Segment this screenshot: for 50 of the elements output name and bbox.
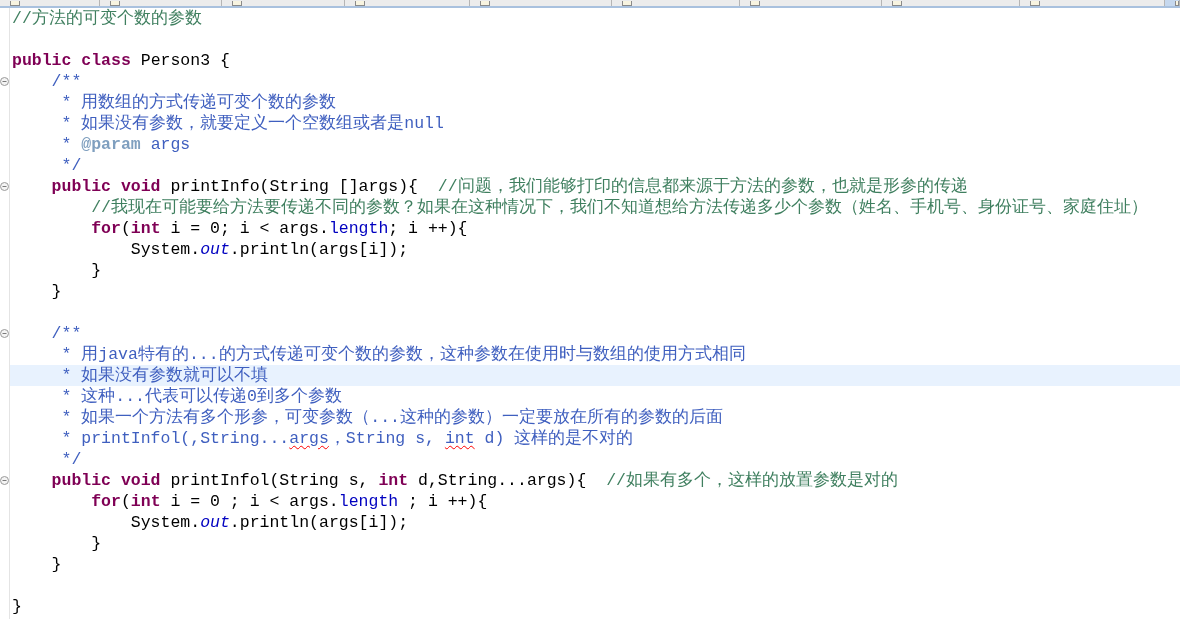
editor-tab[interactable] bbox=[222, 0, 345, 6]
editor-tab[interactable] bbox=[470, 0, 612, 6]
code-line: System.out.println(args[i]); bbox=[129, 512, 409, 533]
code-line: * 用java特有的...的方式传递可变个数的参数，这种参数在使用时与数组的使用方式相同 bbox=[60, 344, 746, 365]
file-icon bbox=[1030, 1, 1040, 6]
code-line: //我现在可能要给方法要传递不同的参数？如果在这种情况下，我们不知道想给方法传递多少个参数（姓名、手机号、身份证号、家庭住址） bbox=[90, 197, 1149, 218]
fold-collapse-icon[interactable] bbox=[0, 476, 9, 485]
code-line: * printInfol(,String...args，String s, int d) 这样的是不对的 bbox=[60, 428, 634, 449]
fold-collapse-icon[interactable] bbox=[0, 329, 9, 338]
code-line: //方法的可变个数的参数 bbox=[12, 8, 202, 29]
editor-tab[interactable] bbox=[345, 0, 470, 6]
file-icon bbox=[892, 1, 902, 6]
code-line: * 如果没有参数，就要定义一个空数组或者是null bbox=[60, 113, 444, 134]
code-line: public void printInfo(String []args){ //问题，我们能够打印的信息都来源于方法的参数，也就是形参的传递 bbox=[50, 176, 968, 197]
code-line: } bbox=[50, 554, 62, 575]
code-line: } bbox=[12, 596, 22, 617]
editor-tab[interactable] bbox=[740, 0, 882, 6]
file-icon bbox=[110, 1, 120, 6]
code-line: */ bbox=[60, 155, 82, 176]
file-icon bbox=[750, 1, 760, 6]
code-line: for(int i = 0 ; i < args.length ; i ++){ bbox=[90, 491, 488, 512]
code-line: /** bbox=[50, 71, 82, 92]
code-line: public void printInfol(String s, int d,String...args){ //如果有多个，这样的放置参数是对的 bbox=[50, 470, 898, 491]
code-line: public class Person3 { bbox=[12, 50, 230, 71]
code-line: */ bbox=[60, 449, 82, 470]
file-icon bbox=[1175, 1, 1179, 6]
code-line: } bbox=[90, 260, 102, 281]
code-line: * 这种...代表可以传递0到多个参数 bbox=[60, 386, 342, 407]
code-line: * 如果没有参数就可以不填 bbox=[60, 365, 269, 386]
file-icon bbox=[480, 1, 490, 6]
editor-tab[interactable] bbox=[1020, 0, 1165, 6]
code-line: System.out.println(args[i]); bbox=[129, 239, 409, 260]
code-line: * @param args bbox=[60, 134, 191, 155]
editor-tab[interactable] bbox=[100, 0, 222, 6]
editor-tab[interactable] bbox=[0, 0, 100, 6]
file-icon bbox=[10, 1, 20, 6]
code-line: * 如果一个方法有多个形参，可变参数（...这种的参数）一定要放在所有的参数的后面 bbox=[60, 407, 724, 428]
code-line: } bbox=[50, 281, 62, 302]
code-line: for(int i = 0; i < args.length; i ++){ bbox=[90, 218, 468, 239]
editor-tab[interactable] bbox=[882, 0, 1020, 6]
editor-tab[interactable] bbox=[612, 0, 740, 6]
fold-collapse-icon[interactable] bbox=[0, 182, 9, 191]
code-line: } bbox=[90, 533, 102, 554]
code-line: * 用数组的方式传递可变个数的参数 bbox=[60, 92, 337, 113]
file-icon bbox=[232, 1, 242, 6]
code-line: /** bbox=[50, 323, 82, 344]
fold-collapse-icon[interactable] bbox=[0, 77, 9, 86]
file-icon bbox=[355, 1, 365, 6]
editor-tab[interactable] bbox=[1165, 0, 1180, 6]
file-icon bbox=[622, 1, 632, 6]
